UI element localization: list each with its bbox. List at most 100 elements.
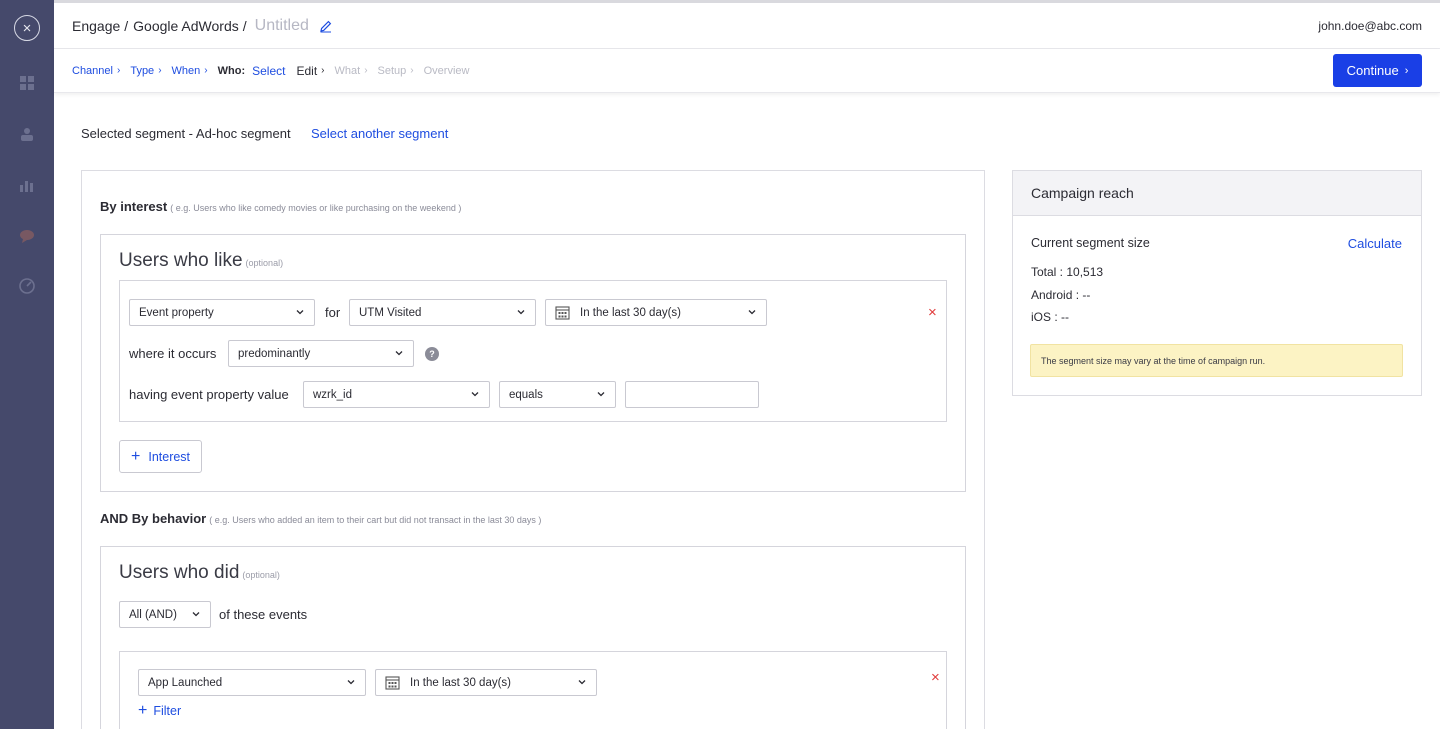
- having-event-property-value-label: having event property value: [129, 387, 289, 402]
- pencil-icon[interactable]: [319, 19, 333, 33]
- step-who: Who:: [217, 64, 246, 77]
- of-these-events-label: of these events: [219, 607, 308, 622]
- calculate-link[interactable]: Calculate: [1348, 236, 1402, 251]
- event-property-select[interactable]: Event property: [129, 299, 315, 326]
- calendar-icon: [555, 306, 570, 320]
- by-behavior-title: AND By behavior: [100, 511, 207, 526]
- behavior-time-range-select[interactable]: In the last 30 day(s): [375, 669, 597, 696]
- continue-label: Continue: [1346, 63, 1399, 78]
- optional-label: (optional): [242, 570, 280, 580]
- interest-condition-box: Event property for UTM Visited In the la…: [119, 280, 947, 422]
- chevron-right-icon: ›: [1404, 64, 1409, 77]
- event-select[interactable]: UTM Visited: [349, 299, 536, 326]
- optional-label: (optional): [245, 258, 284, 268]
- by-interest-hint: ( e.g. Users who like comedy movies or l…: [170, 203, 462, 213]
- steps-bar: Channel › Type › When › Who: Select Edit › W…: [54, 49, 1440, 93]
- chevron-right-icon: ›: [410, 65, 414, 76]
- time-range-select[interactable]: In the last 30 day(s): [545, 299, 767, 326]
- help-icon[interactable]: ?: [425, 347, 439, 361]
- step-overview: Overview: [423, 64, 470, 77]
- add-filter-label: Filter: [153, 704, 182, 718]
- select-value: UTM Visited: [359, 306, 422, 319]
- segment-size-notice: The segment size may vary at the time of…: [1030, 344, 1403, 377]
- calendar-icon: [385, 676, 400, 690]
- select-value: predominantly: [238, 347, 311, 360]
- step-who-select[interactable]: Select: [252, 64, 285, 78]
- campaign-reach-title: Campaign reach: [1013, 171, 1421, 216]
- android-count: Android : --: [1031, 288, 1091, 302]
- occurrence-select[interactable]: predominantly: [228, 340, 414, 367]
- step-label: Edit: [296, 63, 318, 78]
- breadcrumb-google-adwords[interactable]: Google AdWords: [133, 18, 239, 34]
- remove-interest-icon[interactable]: ×: [928, 305, 937, 320]
- gauge-icon[interactable]: [18, 277, 36, 295]
- by-behavior-section-title: AND By behavior( e.g. Users who added an…: [100, 511, 541, 526]
- by-behavior-hint: ( e.g. Users who added an item to their …: [209, 515, 542, 525]
- breadcrumb-separator: /: [124, 17, 129, 34]
- select-value: All (AND): [129, 608, 177, 621]
- by-interest-section-title: By interest( e.g. Users who like comedy …: [100, 199, 461, 214]
- operator-select[interactable]: equals: [499, 381, 616, 408]
- behavior-condition-box: App Launched In the last 30 day(s) × + Fi…: [119, 651, 947, 729]
- header: Engage / Google AdWords / Untitled john.…: [54, 3, 1440, 49]
- chevron-down-icon: [748, 310, 756, 315]
- step-who-edit[interactable]: Edit ›: [296, 64, 324, 78]
- select-value: In the last 30 day(s): [410, 676, 511, 689]
- breadcrumb-separator: /: [242, 17, 247, 34]
- step-label: What: [334, 64, 361, 77]
- select-value: Event property: [139, 306, 214, 319]
- selected-segment-text: Selected segment - Ad-hoc segment: [81, 126, 291, 141]
- total-count: Total : 10,513: [1031, 265, 1104, 279]
- chevron-down-icon: [578, 680, 586, 685]
- step-when[interactable]: When ›: [172, 65, 208, 77]
- combinator-select[interactable]: All (AND): [119, 601, 211, 628]
- step-type[interactable]: Type ›: [130, 65, 161, 77]
- add-interest-button[interactable]: + Interest: [119, 440, 203, 473]
- select-value: wzrk_id: [313, 388, 352, 401]
- chevron-down-icon: [471, 392, 479, 397]
- select-another-segment-link[interactable]: Select another segment: [311, 126, 448, 141]
- engage-icon[interactable]: [18, 227, 36, 245]
- chevron-down-icon: [296, 310, 304, 315]
- by-interest-title: By interest: [100, 199, 168, 214]
- plus-icon: +: [138, 702, 148, 719]
- chevron-down-icon: [597, 392, 605, 397]
- sidebar: ×: [0, 0, 54, 729]
- add-filter-button[interactable]: + Filter: [138, 703, 181, 719]
- where-it-occurs-label: where it occurs: [129, 346, 217, 361]
- segments-icon[interactable]: [18, 125, 36, 143]
- close-icon[interactable]: ×: [14, 15, 40, 41]
- behavior-event-select[interactable]: App Launched: [138, 669, 366, 696]
- users-who-like-title: Users who like (optional): [119, 250, 283, 272]
- user-email[interactable]: john.doe@abc.com: [1318, 19, 1422, 33]
- chevron-right-icon: ›: [204, 65, 208, 76]
- step-label: When: [171, 64, 201, 77]
- select-value: App Launched: [148, 676, 223, 689]
- ios-count: iOS : --: [1031, 310, 1069, 324]
- step-setup: Setup ›: [378, 65, 414, 77]
- for-label: for: [325, 305, 341, 320]
- property-value-input[interactable]: [625, 381, 759, 408]
- step-channel[interactable]: Channel ›: [72, 65, 120, 77]
- plus-icon: +: [131, 447, 141, 465]
- users-who-did-title: Users who did (optional): [119, 562, 280, 584]
- select-value: equals: [509, 388, 543, 401]
- step-label: Channel: [72, 64, 113, 77]
- select-value: In the last 30 day(s): [580, 306, 681, 319]
- chevron-right-icon: ›: [321, 65, 325, 76]
- breadcrumb-engage[interactable]: Engage: [72, 18, 120, 34]
- campaign-reach-card: Campaign reach Current segment size Calc…: [1012, 170, 1422, 396]
- step-what: What ›: [335, 65, 368, 77]
- users-who-did-label: Users who did: [119, 562, 240, 583]
- users-who-like-label: Users who like: [119, 250, 243, 271]
- chevron-down-icon: [517, 310, 525, 315]
- campaign-title: Untitled: [254, 16, 309, 34]
- dashboard-icon[interactable]: [18, 74, 36, 92]
- remove-behavior-icon[interactable]: ×: [931, 670, 940, 685]
- users-who-like-box: Users who like (optional) Event property …: [100, 234, 966, 492]
- chevron-right-icon: ›: [364, 65, 368, 76]
- continue-button[interactable]: Continue ›: [1333, 54, 1422, 87]
- analytics-icon[interactable]: [18, 176, 36, 194]
- property-value-select[interactable]: wzrk_id: [303, 381, 490, 408]
- chevron-down-icon: [395, 351, 403, 356]
